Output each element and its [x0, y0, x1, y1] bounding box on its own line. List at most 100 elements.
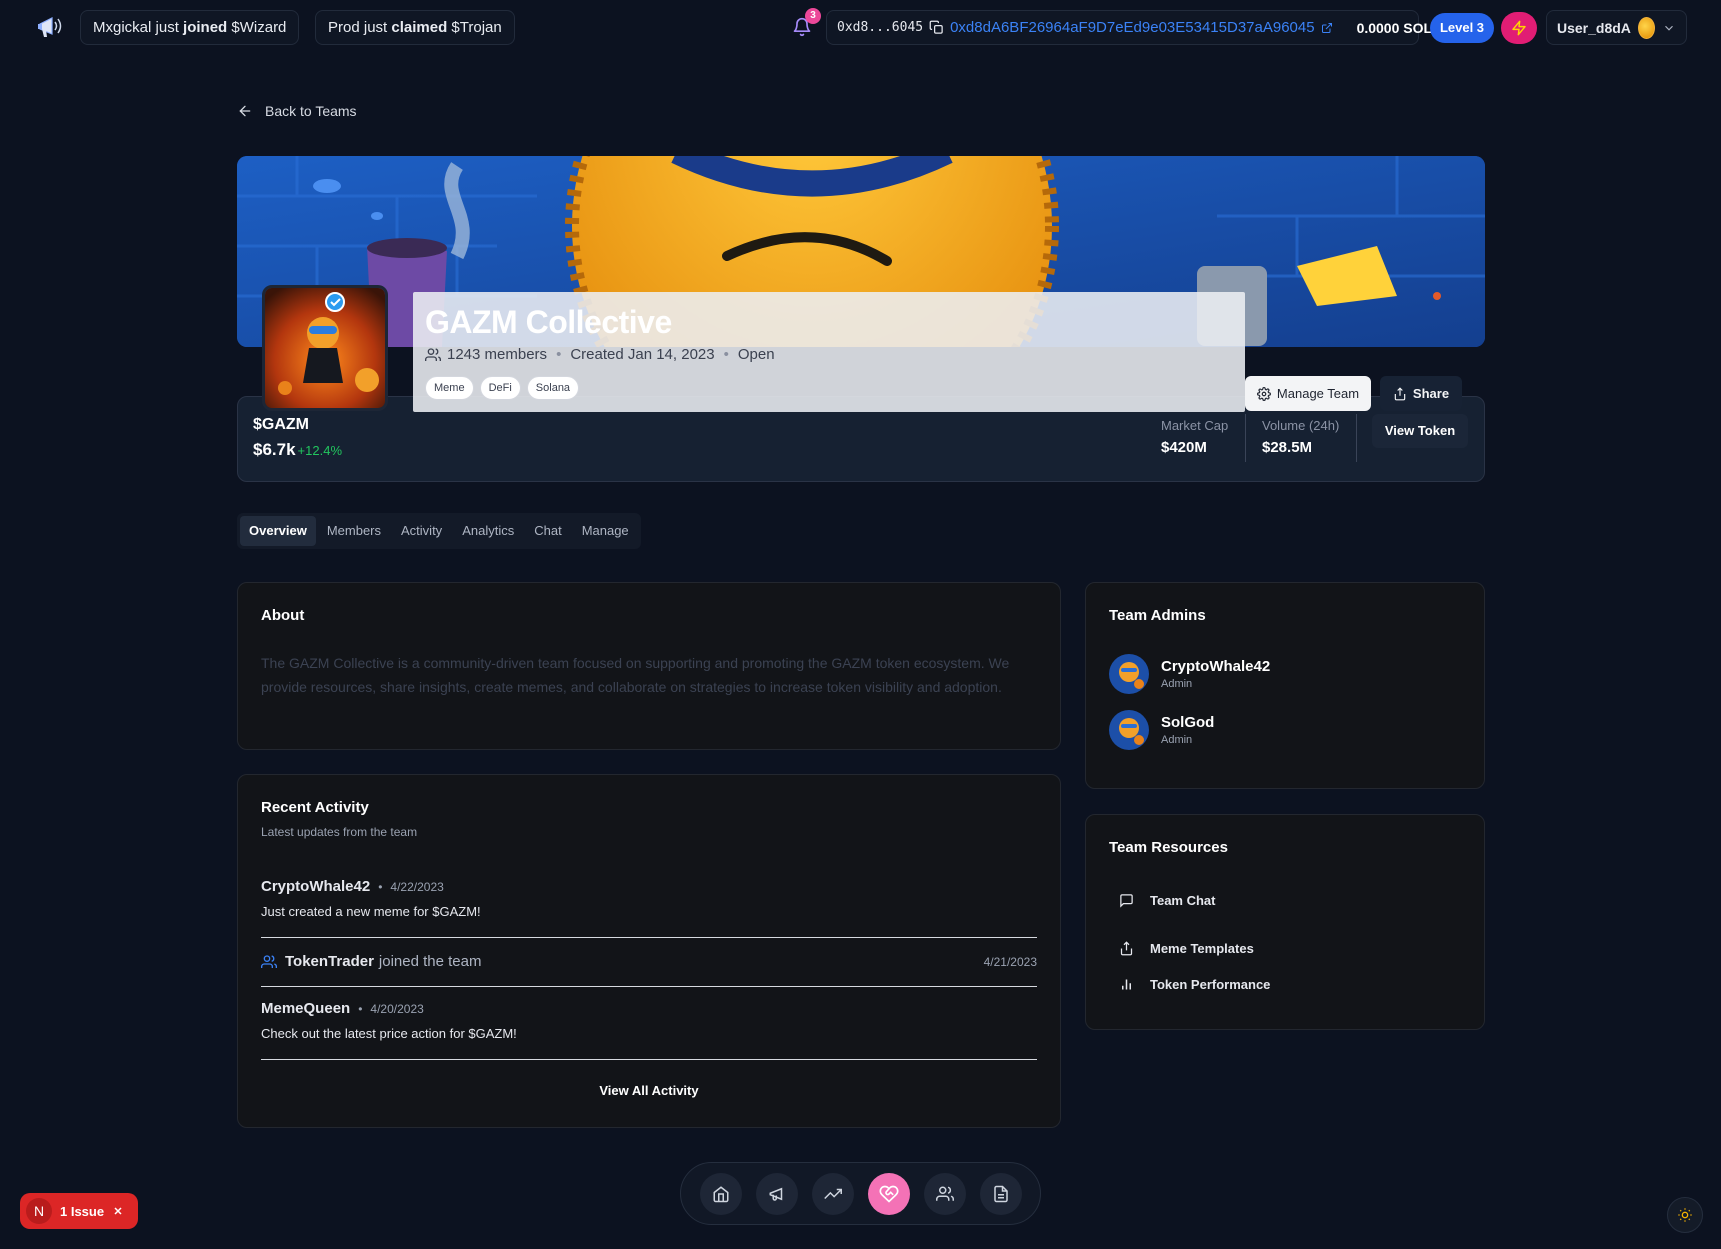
tab-overview[interactable]: Overview: [240, 516, 316, 546]
tab-analytics[interactable]: Analytics: [453, 516, 523, 546]
wallet-full-address-link[interactable]: 0xd8dA6BF26964aF9D7eEd9e03E53415D37aA960…: [950, 19, 1314, 36]
resource-label: Meme Templates: [1150, 941, 1254, 956]
divider: [261, 986, 1037, 987]
divider: [1356, 414, 1357, 462]
price-change: +12.4%: [297, 443, 342, 458]
tag[interactable]: Meme: [425, 376, 474, 400]
copy-icon[interactable]: [929, 20, 944, 35]
bar-chart-icon: [1119, 977, 1134, 992]
live-feed-item[interactable]: Mxgickal just joined $Wizard: [80, 10, 300, 45]
share-label: Share: [1412, 386, 1450, 401]
resource-link[interactable]: Team Chat: [1119, 893, 1216, 908]
avatar: [1109, 654, 1149, 694]
view-all-activity-button[interactable]: View All Activity: [238, 1083, 1060, 1098]
view-token-button[interactable]: View Token: [1372, 414, 1468, 448]
sol-balance: 0.0000 SOL: [1356, 19, 1433, 36]
activity-date: 4/21/2023: [983, 954, 1037, 969]
heart-handshake-icon[interactable]: [867, 1172, 910, 1215]
admin-role: Admin: [1161, 678, 1193, 690]
activity-item: MemeQueen • 4/20/2023 Check out the late…: [261, 1000, 1037, 1041]
message-icon: [1119, 893, 1134, 908]
resource-label: Token Performance: [1150, 977, 1271, 992]
live-feed-item[interactable]: Prod just claimed $Trojan: [315, 10, 515, 45]
divider: [261, 937, 1037, 938]
arrow-left-icon: [237, 103, 253, 119]
resource-link[interactable]: Token Performance: [1119, 977, 1270, 992]
card-subtitle: Latest updates from the team: [261, 825, 418, 839]
bottom-dock: [680, 1162, 1041, 1225]
tab-chat[interactable]: Chat: [525, 516, 570, 546]
avatar: [1637, 16, 1655, 39]
manage-team-button[interactable]: Manage Team: [1245, 376, 1371, 411]
home-icon[interactable]: [699, 1172, 742, 1215]
close-icon[interactable]: [112, 1205, 124, 1217]
username: User_d8dA: [1557, 19, 1631, 36]
stat-label: Market Cap: [1161, 418, 1229, 433]
megaphone-logo-icon[interactable]: [36, 12, 66, 42]
level-badge[interactable]: Level 3: [1430, 13, 1494, 43]
tab-manage[interactable]: Manage: [573, 516, 638, 546]
users-icon: [261, 954, 277, 970]
token-price: $6.7k +12.4%: [253, 440, 342, 460]
resource-label: Team Chat: [1150, 893, 1216, 908]
resource-link[interactable]: Meme Templates: [1119, 941, 1254, 956]
team-admins-card: Team Admins CryptoWhale42 Admin SolGod A…: [1085, 582, 1485, 789]
stat-value: $420M: [1161, 439, 1207, 456]
feed-mid: just: [363, 19, 388, 36]
activity-message: Check out the latest price action for $G…: [261, 1026, 517, 1041]
team-status: Open: [737, 346, 775, 363]
back-label: Back to Teams: [265, 103, 357, 119]
activity-item: CryptoWhale42 • 4/22/2023 Just created a…: [261, 878, 1037, 919]
activity-date: 4/22/2023: [390, 880, 444, 894]
activity-message: Just created a new meme for $GAZM!: [261, 904, 481, 919]
about-card: About The GAZM Collective is a community…: [237, 582, 1061, 750]
tag[interactable]: Solana: [526, 376, 580, 400]
volume-stat: Volume (24h) $28.5M: [1262, 418, 1339, 456]
admin-name: CryptoWhale42: [1161, 658, 1271, 675]
activity-user[interactable]: MemeQueen: [261, 1000, 350, 1017]
team-resources-card: Team Resources Team Chat Meme Templates …: [1085, 814, 1485, 1030]
admin-row[interactable]: CryptoWhale42 Admin: [1109, 654, 1270, 694]
next-logo-icon: N: [26, 1198, 52, 1224]
admin-row[interactable]: SolGod Admin: [1109, 710, 1214, 750]
stat-value: $28.5M: [1262, 439, 1313, 456]
users-icon[interactable]: [923, 1172, 966, 1215]
feed-action: claimed: [391, 19, 448, 36]
activity-user[interactable]: CryptoWhale42: [261, 878, 370, 895]
avatar: [1109, 710, 1149, 750]
recent-activity-card: Recent Activity Latest updates from the …: [237, 774, 1061, 1128]
lightning-icon[interactable]: [1501, 12, 1537, 44]
tag[interactable]: DeFi: [479, 376, 521, 400]
external-link-icon[interactable]: [1321, 22, 1333, 34]
admin-name: SolGod: [1161, 714, 1215, 731]
feed-token: $Wizard: [231, 19, 287, 36]
tab-members[interactable]: Members: [318, 516, 390, 546]
trending-icon[interactable]: [811, 1172, 854, 1215]
feed-action: joined: [183, 19, 228, 36]
team-meta: 1243 members • Created Jan 14, 2023 • Op…: [425, 346, 775, 363]
activity-user[interactable]: TokenTrader: [285, 953, 374, 970]
feed-token: $Trojan: [451, 19, 502, 36]
top-bar: Mxgickal just joined $Wizard Prod just c…: [0, 0, 1721, 54]
admin-role: Admin: [1161, 734, 1193, 746]
user-menu[interactable]: User_d8dA: [1546, 10, 1687, 45]
share-icon: [1393, 386, 1407, 401]
sun-icon[interactable]: [1667, 1197, 1703, 1233]
team-logo: [262, 285, 388, 411]
share-button[interactable]: Share: [1380, 376, 1462, 411]
tab-activity[interactable]: Activity: [392, 516, 451, 546]
megaphone-icon[interactable]: [755, 1172, 798, 1215]
feed-user: Prod: [328, 19, 360, 36]
upload-icon: [1119, 941, 1134, 956]
activity-date: 4/20/2023: [370, 1002, 424, 1016]
feed-mid: just: [155, 19, 179, 36]
document-icon[interactable]: [979, 1172, 1022, 1215]
back-to-teams-link[interactable]: Back to Teams: [237, 103, 357, 119]
issues-badge[interactable]: N 1 Issue: [20, 1193, 138, 1229]
feed-user: Mxgickal: [93, 19, 152, 36]
notification-count-badge: 3: [805, 8, 821, 24]
card-title: About: [261, 607, 305, 624]
market-cap-stat: Market Cap $420M: [1161, 418, 1228, 456]
team-tabs: Overview Members Activity Analytics Chat…: [237, 513, 641, 549]
team-name: GAZM Collective: [425, 304, 672, 340]
